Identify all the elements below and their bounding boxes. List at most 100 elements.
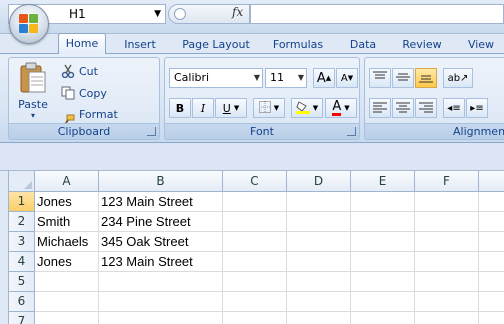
cell-d6[interactable] <box>287 292 351 312</box>
cell-b5[interactable] <box>99 272 223 292</box>
underline-dropdown-icon[interactable]: ▼ <box>234 104 239 112</box>
cell-a6[interactable] <box>35 292 99 312</box>
cell-f4[interactable] <box>415 252 479 272</box>
cell-b2[interactable]: 234 Pine Street <box>99 212 223 232</box>
worksheet-grid[interactable]: A B C D E F G 1 Jones 123 Main Street 2 … <box>8 171 504 324</box>
row-header[interactable]: 1 <box>9 192 35 212</box>
tab-review[interactable]: Review <box>398 35 446 55</box>
tab-home[interactable]: Home <box>58 33 106 54</box>
column-header-f[interactable]: F <box>415 171 479 192</box>
tab-view[interactable]: View <box>462 35 500 55</box>
name-box-dropdown-icon[interactable]: ▼ <box>154 5 161 23</box>
italic-button[interactable]: I <box>192 98 214 118</box>
cell-g5[interactable] <box>479 272 504 292</box>
cell-b4[interactable]: 123 Main Street <box>99 252 223 272</box>
bold-button[interactable]: B <box>169 98 191 118</box>
cell-d5[interactable] <box>287 272 351 292</box>
cell-f7[interactable] <box>415 312 479 324</box>
formula-input[interactable] <box>250 4 504 24</box>
column-header-g[interactable]: G <box>479 171 504 192</box>
align-center-button[interactable] <box>392 98 414 118</box>
font-color-button[interactable]: A ▼ <box>325 98 357 118</box>
borders-dropdown-icon[interactable]: ▼ <box>274 104 279 112</box>
cell-e5[interactable] <box>351 272 415 292</box>
cell-c2[interactable] <box>223 212 287 232</box>
row-header[interactable]: 4 <box>9 252 35 272</box>
font-name-combo[interactable]: Calibri ▼ <box>169 68 263 88</box>
font-size-dropdown-icon[interactable]: ▼ <box>298 69 304 87</box>
cell-a7[interactable] <box>35 312 99 324</box>
tab-page-layout[interactable]: Page Layout <box>178 35 254 55</box>
cell-c3[interactable] <box>223 232 287 252</box>
cell-e4[interactable] <box>351 252 415 272</box>
formula-expand-icon[interactable] <box>174 8 186 20</box>
cell-a1[interactable]: Jones <box>35 192 99 212</box>
align-right-button[interactable] <box>415 98 437 118</box>
align-left-button[interactable] <box>369 98 391 118</box>
grow-font-button[interactable]: A ▲ <box>313 68 335 88</box>
cell-b1[interactable]: 123 Main Street <box>99 192 223 212</box>
cell-e7[interactable] <box>351 312 415 324</box>
row-header[interactable]: 3 <box>9 232 35 252</box>
fill-color-dropdown-icon[interactable]: ▼ <box>313 104 318 112</box>
font-name-dropdown-icon[interactable]: ▼ <box>254 69 260 87</box>
cell-f6[interactable] <box>415 292 479 312</box>
cell-d2[interactable] <box>287 212 351 232</box>
borders-button[interactable]: ▼ <box>253 98 285 118</box>
insert-function-icon[interactable]: fx <box>232 5 243 19</box>
cell-b7[interactable] <box>99 312 223 324</box>
cell-e2[interactable] <box>351 212 415 232</box>
cell-e6[interactable] <box>351 292 415 312</box>
cell-a3[interactable]: Michaels <box>35 232 99 252</box>
cell-a4[interactable]: Jones <box>35 252 99 272</box>
cell-e1[interactable] <box>351 192 415 212</box>
row-header[interactable]: 7 <box>9 312 35 324</box>
cell-b6[interactable] <box>99 292 223 312</box>
cell-f2[interactable] <box>415 212 479 232</box>
cell-f5[interactable] <box>415 272 479 292</box>
underline-button[interactable]: U ▼ <box>215 98 247 118</box>
row-header[interactable]: 6 <box>9 292 35 312</box>
paste-button[interactable]: Paste ▾ <box>13 62 53 122</box>
cell-g2[interactable] <box>479 212 504 232</box>
shrink-font-button[interactable]: A ▼ <box>336 68 358 88</box>
cell-a5[interactable] <box>35 272 99 292</box>
fill-color-button[interactable]: ▼ <box>291 98 323 118</box>
cell-f3[interactable] <box>415 232 479 252</box>
cell-g3[interactable] <box>479 232 504 252</box>
clipboard-dialog-launcher-icon[interactable] <box>147 127 156 136</box>
cell-c7[interactable] <box>223 312 287 324</box>
cell-d7[interactable] <box>287 312 351 324</box>
column-header-d[interactable]: D <box>287 171 351 192</box>
cell-d3[interactable] <box>287 232 351 252</box>
align-bottom-button[interactable] <box>415 68 437 88</box>
cell-a2[interactable]: Smith <box>35 212 99 232</box>
cell-c4[interactable] <box>223 252 287 272</box>
tab-data[interactable]: Data <box>344 35 382 55</box>
column-header-c[interactable]: C <box>223 171 287 192</box>
cell-g6[interactable] <box>479 292 504 312</box>
cell-f1[interactable] <box>415 192 479 212</box>
cut-button[interactable]: Cut <box>61 64 98 78</box>
cell-e3[interactable] <box>351 232 415 252</box>
column-header-b[interactable]: B <box>99 171 223 192</box>
column-header-a[interactable]: A <box>35 171 99 192</box>
cell-d1[interactable] <box>287 192 351 212</box>
row-header[interactable]: 5 <box>9 272 35 292</box>
row-header[interactable]: 2 <box>9 212 35 232</box>
select-all-corner[interactable] <box>9 171 35 192</box>
cell-g7[interactable] <box>479 312 504 324</box>
office-button[interactable] <box>9 4 49 44</box>
cell-c5[interactable] <box>223 272 287 292</box>
tab-insert[interactable]: Insert <box>116 35 164 55</box>
tab-formulas[interactable]: Formulas <box>268 35 328 55</box>
increase-indent-button[interactable]: ▸≡ <box>466 98 488 118</box>
copy-button[interactable]: Copy <box>61 86 107 100</box>
cell-d4[interactable] <box>287 252 351 272</box>
decrease-indent-button[interactable]: ◂≡ <box>443 98 465 118</box>
cell-b3[interactable]: 345 Oak Street <box>99 232 223 252</box>
font-color-dropdown-icon[interactable]: ▼ <box>344 104 349 112</box>
cell-c1[interactable] <box>223 192 287 212</box>
orientation-button[interactable]: ab↗ <box>443 68 473 88</box>
align-top-button[interactable] <box>369 68 391 88</box>
